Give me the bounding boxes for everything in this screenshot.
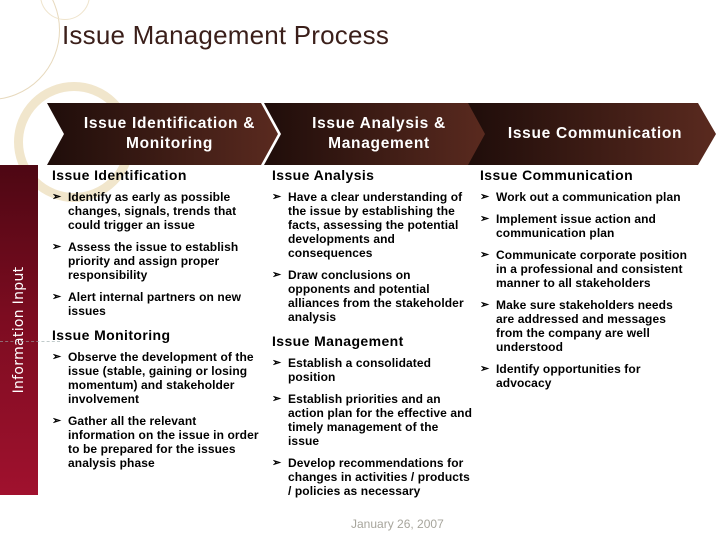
arrow-bullet-icon: ➢ bbox=[52, 351, 62, 363]
bullet-item: ➢ Communicate corporate position in a pro… bbox=[480, 248, 690, 290]
decorative-arc bbox=[0, 0, 60, 100]
information-input-sidebar: Information Input bbox=[0, 165, 38, 495]
bullet-text: Communicate corporate position in a prof… bbox=[496, 248, 688, 290]
banner-label: Issue Communication bbox=[507, 125, 683, 142]
process-step-banner-1: Issue Identification & Monitoring bbox=[47, 103, 278, 165]
bullet-item: ➢ Identify as early as possible changes, … bbox=[52, 190, 262, 232]
bullet-text: Identify as early as possible changes, s… bbox=[68, 190, 237, 232]
bullet-list: ➢ Identify as early as possible changes, … bbox=[52, 190, 262, 318]
bullet-item: ➢ Develop recommendations for changes in … bbox=[272, 456, 472, 498]
column-analysis-management: Issue Analysis ➢ Have a clear understandin… bbox=[272, 166, 472, 506]
arrow-bullet-icon: ➢ bbox=[52, 415, 62, 427]
bullet-text: Alert internal partners on new issues bbox=[68, 290, 242, 318]
bullet-text: Work out a communication plan bbox=[496, 190, 681, 204]
bullet-text: Gather all the relevant information on t… bbox=[68, 414, 259, 470]
slide-title: Issue Management Process bbox=[62, 20, 390, 50]
bullet-item: ➢ Assess the issue to establish priority … bbox=[52, 240, 262, 282]
arrow-bullet-icon: ➢ bbox=[480, 299, 490, 311]
decorative-arc bbox=[40, 0, 90, 20]
section-heading: Issue Management bbox=[272, 333, 404, 349]
bullet-text: Develop recommendations for changes in a… bbox=[288, 456, 470, 498]
bullet-text: Establish priorities and an action plan … bbox=[288, 392, 472, 448]
bullet-text: Have a clear understanding of the issue … bbox=[288, 190, 463, 260]
arrow-bullet-icon: ➢ bbox=[272, 393, 282, 405]
bullet-text: Observe the development of the issue (st… bbox=[68, 350, 254, 406]
arrow-bullet-icon: ➢ bbox=[480, 213, 490, 225]
bullet-item: ➢ Observe the development of the issue (s… bbox=[52, 350, 262, 406]
process-step-banner-2: Issue Analysis & Management bbox=[264, 103, 486, 165]
bullet-text: Draw conclusions on opponents and potent… bbox=[288, 268, 464, 324]
arrow-bullet-icon: ➢ bbox=[272, 269, 282, 281]
arrow-bullet-icon: ➢ bbox=[480, 363, 490, 375]
arrow-bullet-icon: ➢ bbox=[52, 191, 62, 203]
section-heading: Issue Identification bbox=[52, 167, 187, 183]
process-step-banner-3: Issue Communication bbox=[468, 103, 716, 165]
bullet-list: ➢ Work out a communication plan ➢ Implement… bbox=[480, 190, 690, 390]
arrow-bullet-icon: ➢ bbox=[272, 191, 282, 203]
bullet-text: Establish a consolidated position bbox=[288, 356, 432, 384]
arrow-bullet-icon: ➢ bbox=[272, 357, 282, 369]
bullet-item: ➢ Alert internal partners on new issues bbox=[52, 290, 262, 318]
sidebar-label: Information Input bbox=[11, 266, 27, 394]
banner-label: Issue Analysis & Management bbox=[312, 115, 446, 152]
section-heading: Issue Communication bbox=[480, 167, 634, 183]
slide-date: January 26, 2007 bbox=[351, 517, 444, 531]
bullet-list: ➢ Establish a consolidated position ➢ Estab… bbox=[272, 356, 472, 498]
column-communication: Issue Communication ➢ Work out a communica… bbox=[480, 166, 690, 398]
bullet-item: ➢ Have a clear understanding of the issue… bbox=[272, 190, 472, 260]
bullet-text: Assess the issue to establish priority a… bbox=[68, 240, 239, 282]
banner-label: Issue Identification & Monitoring bbox=[83, 115, 256, 152]
bullet-item: ➢ Gather all the relevant information on … bbox=[52, 414, 262, 470]
bullet-text: Implement issue action and communication… bbox=[496, 212, 656, 240]
column-identification-monitoring: Issue Identification ➢ Identify as early a… bbox=[52, 166, 262, 478]
bullet-text: Make sure stakeholders needs are address… bbox=[496, 298, 673, 354]
bullet-list: ➢ Have a clear understanding of the issue… bbox=[272, 190, 472, 324]
arrow-bullet-icon: ➢ bbox=[52, 291, 62, 303]
bullet-item: ➢ Establish priorities and an action plan… bbox=[272, 392, 472, 448]
section-heading: Issue Analysis bbox=[272, 167, 375, 183]
bullet-item: ➢ Draw conclusions on opponents and poten… bbox=[272, 268, 472, 324]
arrow-bullet-icon: ➢ bbox=[480, 249, 490, 261]
bullet-item: ➢ Establish a consolidated position bbox=[272, 356, 472, 384]
section-heading: Issue Monitoring bbox=[52, 327, 171, 343]
bullet-item: ➢ Work out a communication plan bbox=[480, 190, 690, 204]
bullet-list: ➢ Observe the development of the issue (s… bbox=[52, 350, 262, 470]
arrow-bullet-icon: ➢ bbox=[272, 457, 282, 469]
bullet-item: ➢ Make sure stakeholders needs are addres… bbox=[480, 298, 690, 354]
dashed-divider bbox=[0, 341, 60, 342]
arrow-bullet-icon: ➢ bbox=[480, 191, 490, 203]
bullet-item: ➢ Implement issue action and communicatio… bbox=[480, 212, 690, 240]
bullet-text: Identify opportunities for advocacy bbox=[496, 362, 641, 390]
arrow-bullet-icon: ➢ bbox=[52, 241, 62, 253]
bullet-item: ➢ Identify opportunities for advocacy bbox=[480, 362, 690, 390]
